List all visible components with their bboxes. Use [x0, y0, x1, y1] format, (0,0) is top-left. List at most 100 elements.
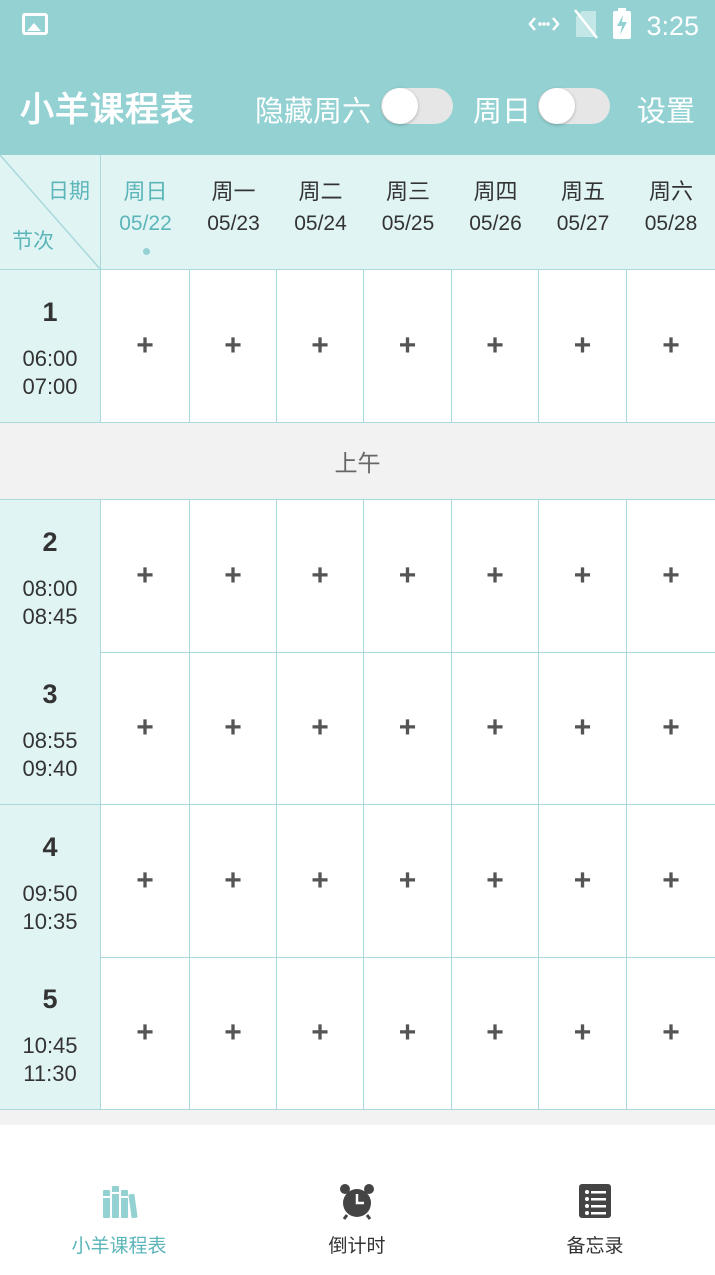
- plus-icon: +: [136, 1016, 154, 1049]
- add-course-cell[interactable]: +: [627, 805, 715, 957]
- section-label: 上午: [334, 451, 381, 477]
- add-course-cell[interactable]: +: [101, 957, 190, 1109]
- sunday-label: 周日: [473, 94, 532, 128]
- plus-icon: +: [573, 559, 592, 592]
- add-course-cell[interactable]: +: [190, 805, 277, 957]
- plus-icon: +: [573, 329, 592, 362]
- period-start: 08:00: [22, 576, 78, 601]
- add-course-cell[interactable]: +: [277, 270, 364, 422]
- day-name: 周四: [473, 180, 518, 205]
- settings-button[interactable]: 设置: [637, 88, 695, 130]
- data-icon: [528, 14, 561, 38]
- period-cell[interactable]: 3 08:55 09:40: [0, 652, 101, 804]
- plus-icon: +: [136, 711, 154, 744]
- plus-icon: +: [573, 711, 592, 744]
- add-course-cell[interactable]: +: [627, 500, 715, 652]
- add-course-cell[interactable]: +: [190, 270, 277, 422]
- period-cell[interactable]: 1 06:00 07:00: [0, 270, 101, 422]
- period-num: 2: [42, 527, 58, 557]
- add-course-cell[interactable]: +: [277, 500, 364, 652]
- sunday-toggle[interactable]: [538, 88, 610, 124]
- add-course-cell[interactable]: +: [627, 270, 715, 422]
- plus-icon: +: [224, 329, 242, 362]
- add-course-cell[interactable]: +: [190, 957, 277, 1109]
- add-course-cell[interactable]: +: [101, 652, 190, 804]
- add-course-cell[interactable]: +: [277, 805, 364, 957]
- books-icon: [100, 1182, 138, 1220]
- plus-icon: +: [662, 329, 680, 362]
- add-course-cell[interactable]: +: [627, 652, 715, 804]
- plus-icon: +: [398, 329, 417, 362]
- plus-icon: +: [662, 1016, 680, 1049]
- period-end: 09:40: [22, 756, 78, 781]
- day-date: 05/27: [556, 212, 610, 235]
- add-course-cell[interactable]: +: [101, 805, 190, 957]
- period-start: 06:00: [22, 346, 78, 371]
- plus-icon: +: [398, 1016, 417, 1049]
- nav-item-memo[interactable]: 备忘录: [476, 1125, 714, 1275]
- period-row-3: 3 08:55 09:40 + + + + + + +: [0, 652, 715, 805]
- plus-icon: +: [311, 1016, 329, 1049]
- alarm-clock-icon: [338, 1182, 376, 1220]
- period-cell[interactable]: 4 09:50 10:35: [0, 805, 101, 957]
- day-header-2: 周二 05/24: [277, 155, 364, 270]
- period-cell[interactable]: 5 10:45 11:30: [0, 957, 101, 1109]
- day-name: 周三: [385, 180, 430, 205]
- period-start: 09:50: [22, 881, 78, 906]
- period-cell[interactable]: 2 08:00 08:45: [0, 500, 101, 652]
- add-course-cell[interactable]: +: [364, 957, 452, 1109]
- plus-icon: +: [398, 711, 417, 744]
- status-icons: 3:25: [528, 8, 699, 44]
- add-course-cell[interactable]: +: [627, 957, 715, 1109]
- add-course-cell[interactable]: +: [277, 957, 364, 1109]
- add-course-cell[interactable]: +: [539, 652, 627, 804]
- plus-icon: +: [224, 864, 242, 897]
- plus-icon: +: [311, 329, 329, 362]
- add-course-cell[interactable]: +: [452, 270, 539, 422]
- hide-saturday-label: 隐藏周六: [255, 94, 372, 128]
- period-start: 10:45: [22, 1033, 78, 1058]
- plus-icon: +: [136, 864, 154, 897]
- day-name: 周一: [211, 180, 256, 205]
- add-course-cell[interactable]: +: [190, 652, 277, 804]
- image-icon: [22, 13, 48, 35]
- toggle-knob: [382, 88, 418, 124]
- period-row-2: 2 08:00 08:45 + + + + + + +: [0, 500, 715, 653]
- period-end: 07:00: [22, 374, 78, 399]
- plus-icon: +: [398, 864, 417, 897]
- nav-item-schedule[interactable]: 小羊课程表: [0, 1125, 238, 1275]
- hide-saturday-toggle[interactable]: [381, 88, 453, 124]
- battery-charging-icon: [612, 8, 632, 44]
- date-header-row: 日期 节次 周日 05/22 周一 05/23 周二 05/24 周三 05/25 周四 05/2…: [0, 155, 715, 270]
- add-course-cell[interactable]: +: [539, 500, 627, 652]
- plus-icon: +: [311, 864, 329, 897]
- day-header-6: 周六 05/28: [627, 155, 715, 270]
- plus-icon: +: [398, 559, 417, 592]
- plus-icon: +: [224, 559, 242, 592]
- add-course-cell[interactable]: +: [364, 652, 452, 804]
- add-course-cell[interactable]: +: [452, 652, 539, 804]
- add-course-cell[interactable]: +: [539, 805, 627, 957]
- day-name: 周五: [560, 180, 605, 205]
- add-course-cell[interactable]: +: [190, 500, 277, 652]
- add-course-cell[interactable]: +: [364, 805, 452, 957]
- add-course-cell[interactable]: +: [101, 270, 190, 422]
- plus-icon: +: [224, 1016, 242, 1049]
- add-course-cell[interactable]: +: [277, 652, 364, 804]
- period-num: 3: [42, 679, 58, 709]
- corner-date-label: 日期: [48, 179, 90, 203]
- add-course-cell[interactable]: +: [364, 500, 452, 652]
- add-course-cell[interactable]: +: [101, 500, 190, 652]
- plus-icon: +: [662, 864, 680, 897]
- add-course-cell[interactable]: +: [452, 500, 539, 652]
- day-date: 05/24: [294, 212, 347, 235]
- day-date: 05/28: [644, 212, 698, 235]
- add-course-cell[interactable]: +: [539, 270, 627, 422]
- add-course-cell[interactable]: +: [364, 270, 452, 422]
- nav-item-countdown[interactable]: 倒计时: [238, 1125, 476, 1275]
- add-course-cell[interactable]: +: [452, 805, 539, 957]
- plus-icon: +: [573, 864, 592, 897]
- add-course-cell[interactable]: +: [539, 957, 627, 1109]
- add-course-cell[interactable]: +: [452, 957, 539, 1109]
- plus-icon: +: [486, 559, 504, 592]
